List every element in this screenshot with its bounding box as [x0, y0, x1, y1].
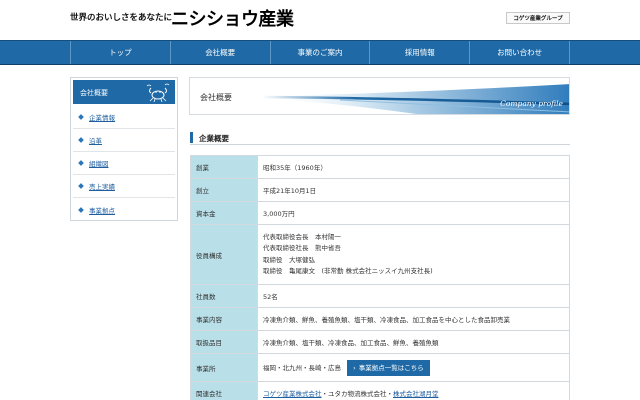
sidebar-item-sales[interactable]: 売上実績 [73, 175, 175, 198]
table-value: 冷凍魚介類、塩干類、冷凍食品、加工食品、鮮魚、養殖魚類 [257, 330, 570, 354]
locations-list-button[interactable]: › 事業拠点一覧はこちら [347, 359, 430, 376]
sidebar: 会社概要 企業情報 沿革 組織図 売上実績 事業拠点 [70, 77, 178, 221]
diamond-bullet-icon [78, 114, 84, 120]
table-key: 関連会社 [190, 381, 258, 400]
sidebar-item-label: 企業情報 [89, 114, 115, 122]
company-overview-table: 創業 昭和35年（1960年） 創立 平成21年10月1日 資本金 3,000万… [190, 155, 570, 400]
sidebar-item-history[interactable]: 沿革 [73, 129, 175, 152]
nav-item-recruit[interactable]: 採用情報 [370, 41, 471, 64]
table-value: 冷凍魚介類、鮮魚、養殖魚類、塩干類、冷凍食品、加工食品を中心とした食品卸売業 [257, 307, 570, 331]
table-row: 創業 昭和35年（1960年） [190, 155, 570, 179]
crab-icon [146, 83, 170, 102]
nav-item-business[interactable]: 事業のご案内 [271, 41, 371, 64]
table-key: 創業 [190, 155, 258, 179]
table-row: 関連会社 コゲツ産業株式会社・ユタカ物流株式会社・株式会社湖月堂 [190, 381, 570, 400]
diamond-bullet-icon [78, 160, 84, 166]
diamond-bullet-icon [78, 137, 84, 143]
section-title: 企業概要 [199, 134, 229, 143]
table-row: 創立 平成21年10月1日 [190, 178, 570, 202]
diamond-bullet-icon [78, 183, 84, 189]
table-row: 取扱品目 冷凍魚介類、塩干類、冷凍食品、加工食品、鮮魚、養殖魚類 [190, 330, 570, 354]
site-header: 世界のおいしさをあなたに ニシショウ産業 コゲツ産業グループ [0, 0, 640, 40]
chevron-right-icon: › [353, 363, 356, 372]
page-banner: 会社概要 Company profile [189, 77, 570, 115]
table-row: 役員構成 代表取締役会長 本村陽一 代表取締役社長 熊中省吾 取締役 大塚健弘 … [190, 224, 570, 285]
page-title: 会社概要 [200, 93, 232, 102]
table-value: 52名 [257, 284, 570, 308]
page-subtitle: Company profile [500, 99, 563, 108]
table-key: 取扱品目 [190, 330, 258, 354]
table-value: 3,000万円 [257, 201, 570, 225]
heading-accent-bar [190, 132, 193, 143]
site-logo[interactable]: ニシショウ産業 [171, 5, 294, 31]
table-value: 昭和35年（1960年） [257, 155, 570, 179]
wave-graphic [260, 84, 569, 114]
global-nav: トップ 会社概要 事業のご案内 採用情報 お問い合わせ [0, 40, 640, 65]
related-company-link[interactable]: コゲツ産業株式会社 [263, 390, 322, 398]
table-row: 社員数 52名 [190, 284, 570, 308]
table-key: 社員数 [190, 284, 258, 308]
table-key: 資本金 [190, 201, 258, 225]
table-value: コゲツ産業株式会社・ユタカ物流株式会社・株式会社湖月堂 [257, 381, 570, 400]
table-key: 事業所 [190, 353, 258, 382]
sidebar-item-corporate-info[interactable]: 企業情報 [73, 106, 175, 129]
sidebar-item-label: 売上実績 [89, 183, 115, 191]
site-tagline: 世界のおいしさをあなたに [70, 13, 173, 23]
related-company-link[interactable]: 株式会社湖月堂 [393, 390, 439, 398]
sidebar-item-locations[interactable]: 事業拠点 [73, 198, 175, 221]
officer-line: 代表取締役会長 本村陽一 [263, 232, 341, 241]
related-company-separator: ・ユタカ物流株式会社・ [321, 390, 394, 398]
sidebar-item-label: 組織図 [89, 160, 109, 168]
sidebar-heading: 会社概要 [73, 80, 175, 104]
sidebar-item-label: 沿革 [89, 137, 102, 145]
table-key: 創立 [190, 178, 258, 202]
officer-line: 取締役 大塚健弘 [263, 255, 315, 264]
sidebar-item-org-chart[interactable]: 組織図 [73, 152, 175, 175]
section-heading: 企業概要 [190, 131, 570, 145]
locations-list-button-label: 事業拠点一覧はこちら [358, 363, 424, 372]
table-row: 資本金 3,000万円 [190, 201, 570, 225]
officer-line: 代表取締役社長 熊中省吾 [263, 244, 341, 252]
nav-item-company[interactable]: 会社概要 [171, 41, 271, 64]
nav-item-contact[interactable]: お問い合わせ [470, 41, 570, 64]
nav-item-top[interactable]: トップ [71, 41, 171, 64]
table-row: 事業所 福岡・北九州・長崎・広島 › 事業拠点一覧はこちら [190, 353, 570, 382]
table-row: 事業内容 冷凍魚介類、鮮魚、養殖魚類、塩干類、冷凍食品、加工食品を中心とした食品… [190, 307, 570, 331]
table-value: 代表取締役会長 本村陽一 代表取締役社長 熊中省吾 取締役 大塚健弘 取締役 亀… [257, 224, 570, 285]
diamond-bullet-icon [78, 206, 84, 213]
officer-line: 取締役 亀尾康文 (非常勤 株式会社ニッスイ九州支社長) [263, 267, 433, 275]
sidebar-item-label: 事業拠点 [89, 206, 115, 215]
table-key: 事業内容 [190, 307, 258, 331]
table-value: 福岡・北九州・長崎・広島 › 事業拠点一覧はこちら [257, 353, 570, 382]
offices-text: 福岡・北九州・長崎・広島 [263, 363, 341, 372]
group-logo[interactable]: コゲツ産業グループ [506, 12, 570, 24]
table-key: 役員構成 [190, 224, 258, 285]
sidebar-heading-label: 会社概要 [80, 89, 108, 97]
table-value: 平成21年10月1日 [257, 178, 570, 202]
